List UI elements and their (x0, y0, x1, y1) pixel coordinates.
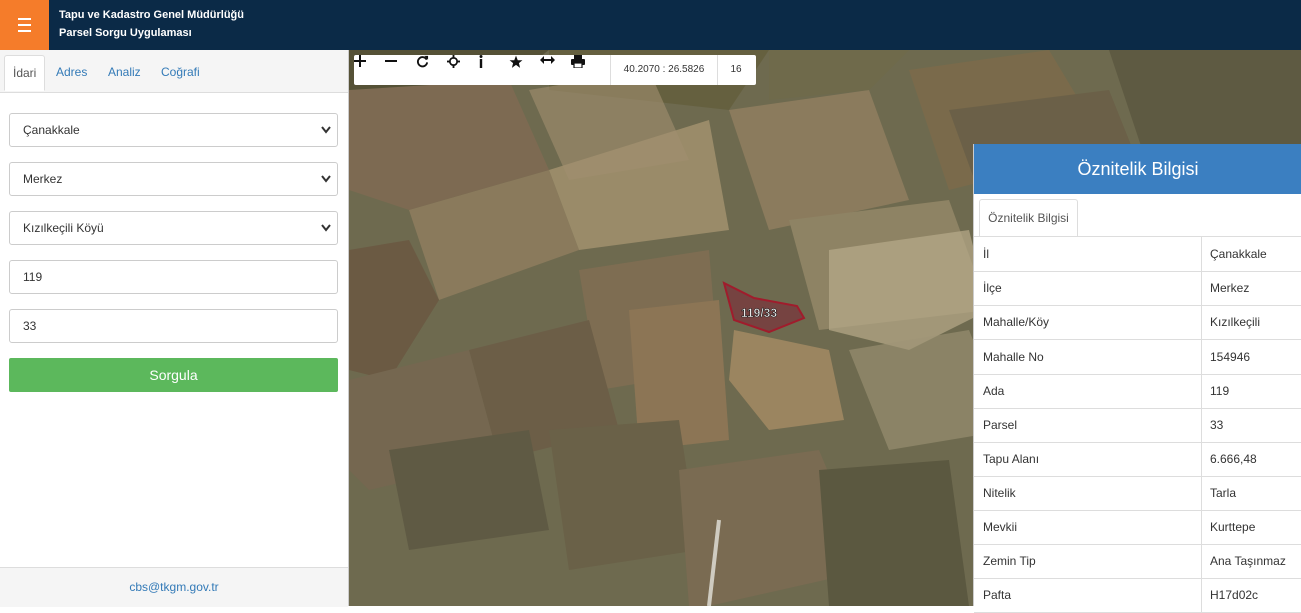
app-subtitle: Parsel Sorgu Uygulaması (59, 27, 192, 39)
tab-adres[interactable]: Adres (48, 55, 95, 91)
attribute-value: H17d02c (1210, 588, 1259, 602)
chevron-down-icon (320, 163, 332, 207)
district-select-value: Merkez (23, 172, 63, 186)
attribute-value: Kızılkeçili (1210, 315, 1261, 329)
attribute-panel-title: Öznitelik Bilgisi (974, 144, 1301, 194)
tab-attribute-info[interactable]: Öznitelik Bilgisi (979, 199, 1078, 237)
parcel-label: 119/33 (741, 306, 777, 320)
attribute-key: Mahalle/Köy (983, 315, 1050, 329)
attribute-value: 119 (1210, 384, 1230, 398)
favorite-button[interactable] (509, 55, 540, 85)
plus-icon (354, 55, 366, 67)
attribute-value: 154946 (1210, 350, 1251, 364)
attribute-key: Pafta (983, 588, 1012, 602)
neighborhood-select-value: Kızılkeçili Köyü (23, 221, 104, 235)
chevron-down-icon (320, 114, 332, 158)
parcel-input-value: 33 (23, 319, 37, 333)
measure-icon (540, 56, 555, 64)
district-select[interactable]: Merkez (9, 162, 338, 196)
attribute-key: İl (983, 247, 989, 261)
zoom-in-button[interactable] (354, 55, 385, 85)
attribute-key: Tapu Alanı (983, 452, 1040, 466)
locate-button[interactable] (447, 55, 478, 85)
attribute-value: Çanakkale (1210, 247, 1267, 261)
attribute-row: Pafta H17d02c (974, 578, 1301, 613)
info-icon (479, 55, 483, 68)
attribute-row: Mahalle No 154946 (974, 340, 1301, 375)
attribute-value: Kurttepe (1210, 520, 1256, 534)
attribute-value: 33 (1210, 418, 1224, 432)
query-button[interactable]: Sorgula (9, 358, 338, 392)
attribute-row: Mevkii Kurttepe (974, 510, 1301, 545)
attribute-row: Mahalle/Köy Kızılkeçili (974, 305, 1301, 340)
info-button[interactable] (478, 55, 509, 85)
map-toolbar: 40.2070 : 26.5826 16 (354, 55, 756, 85)
attribute-value: Ana Taşınmaz (1210, 554, 1286, 568)
province-select[interactable]: Çanakkale (9, 113, 338, 147)
block-input[interactable]: 119 (9, 260, 338, 294)
tab-idari[interactable]: İdari (4, 55, 45, 91)
hamburger-icon (18, 16, 31, 34)
attribute-row: Zemin Tip Ana Taşınmaz (974, 544, 1301, 579)
attribute-panel: Öznitelik Bilgisi Öznitelik Bilgisi İl Ça… (973, 144, 1301, 613)
attribute-key: Mahalle No (983, 350, 1044, 364)
measure-button[interactable] (540, 55, 571, 85)
attribute-value: 6.666,48 (1210, 452, 1257, 466)
tab-analiz[interactable]: Analiz (100, 55, 149, 91)
contact-email-link[interactable]: cbs@tkgm.gov.tr (129, 580, 218, 594)
block-input-value: 119 (23, 270, 43, 284)
zoom-out-button[interactable] (385, 55, 416, 85)
attribute-row: Tapu Alanı 6.666,48 (974, 442, 1301, 477)
zoom-level: 16 (730, 64, 742, 75)
app-header: Tapu ve Kadastro Genel Müdürlüğü Parsel … (0, 0, 1301, 50)
province-select-value: Çanakkale (23, 123, 80, 137)
star-icon (509, 55, 523, 68)
attribute-row: Parsel 33 (974, 408, 1301, 443)
attribute-key: Ada (983, 384, 1005, 398)
crosshair-icon (447, 55, 460, 68)
refresh-button[interactable] (416, 55, 447, 85)
attribute-key: Parsel (983, 418, 1018, 432)
parcel-input[interactable]: 33 (9, 309, 338, 343)
attribute-key: Mevkii (983, 520, 1018, 534)
attribute-key: Zemin Tip (983, 554, 1036, 568)
menu-button[interactable] (0, 0, 49, 50)
sidebar-footer: cbs@tkgm.gov.tr (0, 567, 348, 607)
attribute-row: Ada 119 (974, 374, 1301, 409)
attribute-key: İlçe (983, 281, 1002, 295)
chevron-down-icon (320, 212, 332, 256)
coordinate-readout: 40.2070 : 26.5826 (610, 55, 718, 85)
sidebar: İdari Adres Analiz Coğrafi Çanakkale Mer… (0, 50, 349, 607)
print-button[interactable] (571, 55, 602, 85)
minus-icon (385, 60, 397, 62)
neighborhood-select[interactable]: Kızılkeçili Köyü (9, 211, 338, 245)
attribute-value: Merkez (1210, 281, 1250, 295)
print-icon (571, 55, 585, 68)
attribute-row: Nitelik Tarla (974, 476, 1301, 511)
attribute-row: İlçe Merkez (974, 271, 1301, 306)
tab-cografi[interactable]: Coğrafi (153, 55, 208, 91)
attribute-row: İl Çanakkale (974, 237, 1301, 272)
attribute-key: Nitelik (983, 486, 1016, 500)
attribute-value: Tarla (1210, 486, 1237, 500)
sidebar-tabs: İdari Adres Analiz Coğrafi (0, 50, 348, 93)
refresh-icon (416, 55, 429, 68)
app-title: Tapu ve Kadastro Genel Müdürlüğü (59, 9, 244, 21)
